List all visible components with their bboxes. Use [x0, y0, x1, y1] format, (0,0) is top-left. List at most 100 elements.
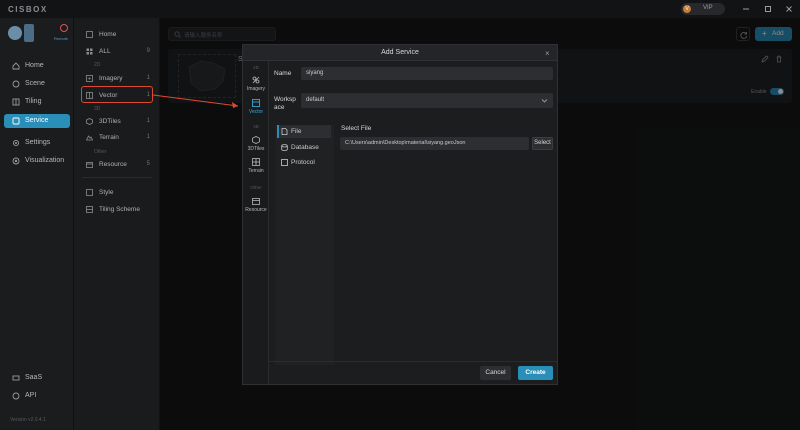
- file-path-input[interactable]: C:\Users\admin\Desktop\material\siyang.g…: [340, 137, 529, 150]
- remote-icon[interactable]: [60, 24, 68, 32]
- avatar[interactable]: [8, 26, 22, 40]
- imagery-icon: [252, 76, 260, 84]
- minimize-icon[interactable]: [741, 4, 751, 14]
- sidebar-item-scene[interactable]: Scene: [4, 77, 70, 91]
- saas-icon: [12, 374, 20, 382]
- sidebar-item-service[interactable]: Service: [4, 114, 70, 128]
- tab-label: Protocol: [291, 159, 315, 166]
- sidebar-item-label: SaaS: [25, 374, 43, 381]
- category-resource[interactable]: Resource 5: [78, 159, 156, 171]
- sidebar-item-label: Service: [25, 117, 49, 124]
- maximize-icon[interactable]: [763, 4, 773, 14]
- title-bar: CISBOX V VIP: [0, 0, 800, 18]
- cancel-button[interactable]: Cancel: [480, 366, 511, 380]
- dialog-header: Add Service ×: [243, 45, 557, 61]
- sidebar-item-saas[interactable]: SaaS: [4, 371, 70, 385]
- file-icon: [281, 128, 288, 135]
- type-label: Resource: [245, 207, 267, 213]
- category-label: Imagery: [99, 75, 123, 82]
- tab-label: Database: [291, 144, 319, 151]
- terrain-icon: [86, 134, 93, 141]
- category-imagery[interactable]: Imagery 1: [78, 73, 156, 85]
- tab-file[interactable]: File: [277, 125, 331, 138]
- sidebar-item-visualization[interactable]: Visualization: [4, 154, 70, 168]
- category-label: 3DTiles: [99, 118, 121, 125]
- workspace-value: default: [306, 97, 325, 103]
- vip-icon: V: [683, 5, 691, 13]
- type-label: Imagery: [246, 86, 266, 92]
- file-path-value: C:\Users\admin\Desktop\material\siyang.g…: [345, 140, 466, 146]
- sidebar-item-api[interactable]: API: [4, 389, 70, 403]
- user-card: [24, 24, 34, 42]
- sidebar-item-label: Scene: [25, 80, 45, 87]
- close-icon[interactable]: ×: [545, 49, 550, 58]
- tab-database[interactable]: Database: [277, 141, 331, 154]
- service-icon: [12, 117, 20, 125]
- name-input[interactable]: siyang: [301, 67, 553, 80]
- category-terrain[interactable]: Terrain 1: [78, 132, 156, 144]
- resource-icon: [252, 197, 260, 205]
- category-count: 1: [146, 75, 150, 81]
- dialog-title: Add Service: [381, 49, 419, 56]
- sidebar-item-label: Tiling: [25, 98, 42, 105]
- type-label: 3DTiles: [247, 146, 265, 152]
- tab-protocol[interactable]: Protocol: [277, 156, 331, 169]
- vector-highlight-box: [81, 86, 153, 103]
- group-label-3d: 3D: [94, 106, 101, 112]
- dialog-footer-divider: [269, 361, 557, 362]
- sidebar-item-tiling[interactable]: Tiling: [4, 95, 70, 109]
- visualization-icon: [12, 157, 20, 165]
- home-icon: [12, 62, 20, 70]
- service-type-panel: 2D Imagery Vector 3D 3DTiles Terrain Oth…: [243, 61, 269, 384]
- type-group-3d: 3D: [253, 124, 259, 129]
- category-label: Terrain: [99, 134, 119, 141]
- menu-tiling-scheme[interactable]: Tiling Scheme: [78, 204, 156, 216]
- database-icon: [281, 144, 288, 151]
- menu-label: Style: [99, 189, 114, 196]
- type-label: Terrain: [248, 168, 264, 174]
- annotation-arrow-icon: [152, 94, 239, 108]
- protocol-icon: [281, 159, 288, 166]
- vip-badge[interactable]: V VIP: [681, 3, 725, 15]
- service-category-panel: Home ALL 9 2D Imagery 1 Vector 1 3D 3DTi…: [74, 18, 160, 430]
- gear-icon: [12, 139, 20, 147]
- divider: [82, 177, 152, 178]
- workspace-label-wrap: ace: [274, 104, 285, 111]
- version-text: Version v2.0.4.1: [10, 417, 46, 423]
- terrain-icon: [252, 158, 260, 166]
- tab-label: File: [291, 128, 302, 135]
- category-count: 1: [146, 118, 150, 124]
- category-3dtiles[interactable]: 3DTiles 1: [78, 116, 156, 128]
- select-file-button[interactable]: Select: [532, 137, 553, 150]
- sidebar-item-label: Settings: [25, 139, 51, 146]
- group-label-2d: 2D: [94, 62, 101, 68]
- grid-icon: [86, 48, 93, 55]
- sidebar-item-home[interactable]: Home: [4, 59, 70, 73]
- category-all[interactable]: ALL 9: [78, 46, 156, 58]
- source-tabs: File Database Protocol: [275, 125, 334, 365]
- group-label-other: Other: [94, 149, 107, 155]
- name-value: siyang: [306, 70, 324, 76]
- vip-label: VIP: [703, 5, 713, 11]
- menu-style[interactable]: Style: [78, 187, 156, 199]
- name-label: Name: [274, 70, 292, 77]
- workspace-select[interactable]: default: [301, 93, 553, 108]
- create-button[interactable]: Create: [518, 366, 553, 380]
- type-group-2d: 2D: [253, 65, 259, 70]
- style-icon: [86, 189, 93, 196]
- close-window-icon[interactable]: [784, 4, 794, 14]
- imagery-icon: [86, 75, 93, 82]
- main-sidebar: Remote Home Scene Tiling Service Setting…: [0, 18, 74, 430]
- category-label: Home: [99, 31, 117, 38]
- resource-icon: [86, 161, 93, 168]
- sidebar-item-label: Visualization: [25, 157, 65, 164]
- sidebar-item-settings[interactable]: Settings: [4, 136, 70, 150]
- sidebar-item-label: Home: [25, 62, 44, 69]
- tiling-icon: [12, 98, 20, 106]
- type-label: Vector: [248, 109, 264, 115]
- select-file-label: Select File: [341, 125, 372, 132]
- category-label: Resource: [99, 161, 127, 168]
- vector-icon: [252, 99, 260, 107]
- tiling-scheme-icon: [86, 206, 93, 213]
- category-home[interactable]: Home: [78, 29, 156, 41]
